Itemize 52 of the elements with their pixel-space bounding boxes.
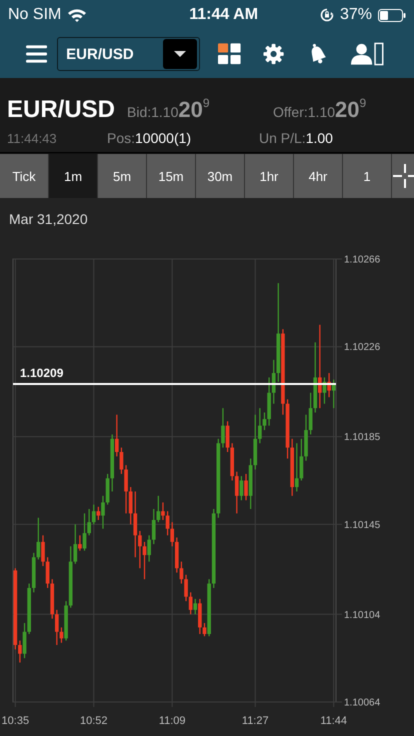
price-axis-label: 1.10185 bbox=[344, 432, 380, 444]
timeframe-tab[interactable]: Tick bbox=[0, 154, 48, 198]
price-axis-label: 1.10145 bbox=[344, 520, 380, 531]
settings-icon[interactable] bbox=[263, 43, 284, 65]
pl-value: 1.00 bbox=[306, 130, 333, 146]
symbol-title: EUR/USD bbox=[7, 96, 116, 124]
time-axis-label: 11:44 bbox=[320, 715, 348, 727]
rotation-lock-icon bbox=[320, 8, 334, 22]
caret-icon bbox=[162, 39, 197, 69]
carrier-text: No SIM bbox=[8, 6, 62, 24]
timeframe-tab[interactable]: 30m bbox=[196, 154, 244, 198]
falling-candle bbox=[327, 373, 331, 398]
bid-label: Bid: bbox=[127, 104, 152, 120]
falling-candle bbox=[78, 535, 82, 551]
quote-time: 11:44:43 bbox=[7, 131, 58, 146]
time-axis-label: 10:52 bbox=[80, 715, 108, 727]
timeframe-tab[interactable]: 4hr bbox=[294, 154, 342, 198]
time-axis-label: 11:09 bbox=[158, 715, 186, 727]
pl-label: Un P/L: bbox=[259, 130, 306, 146]
price-axis-label: 1.10064 bbox=[344, 698, 380, 708]
rising-candle bbox=[193, 598, 198, 614]
position-value: 10000(1) bbox=[135, 130, 192, 146]
price-axis-label: 1.10104 bbox=[344, 610, 380, 621]
rising-candle bbox=[322, 377, 326, 404]
price-axis-label: 1.10266 bbox=[344, 254, 380, 266]
chart-date: Mar 31,2020 bbox=[8, 210, 89, 229]
account-icon[interactable] bbox=[351, 42, 384, 66]
grid-icon[interactable] bbox=[218, 43, 242, 65]
menu-icon[interactable] bbox=[26, 45, 48, 63]
price-line-label: 1.10209 bbox=[20, 366, 64, 380]
rising-candle bbox=[332, 380, 336, 408]
price-axis-label: 1.10226 bbox=[344, 342, 380, 354]
battery-percent: 37% bbox=[340, 6, 372, 24]
wifi-icon bbox=[67, 8, 88, 22]
rising-candle bbox=[240, 476, 244, 500]
clock-text: 11:44 AM bbox=[189, 6, 258, 24]
battery-icon bbox=[378, 8, 406, 22]
offer-label: Offer: bbox=[273, 104, 308, 120]
time-axis-label: 10:35 bbox=[2, 715, 30, 727]
timeframe-tab[interactable]: 15m bbox=[147, 154, 195, 198]
time-axis-label: 11:27 bbox=[242, 715, 269, 727]
bid-price: 1.1020$^{9}$ bbox=[151, 95, 210, 124]
symbol-dropdown[interactable]: EUR/USD bbox=[57, 37, 200, 71]
timeframe-tab[interactable]: 1 bbox=[343, 154, 391, 198]
position-label: Pos: bbox=[107, 130, 136, 146]
timeframe-tab[interactable]: 5m bbox=[98, 154, 146, 198]
timeframe-tab[interactable]: 1m bbox=[49, 154, 97, 198]
timeframe-tab[interactable]: 1hr bbox=[245, 154, 293, 198]
crosshair-button[interactable] bbox=[392, 154, 414, 198]
falling-candle bbox=[244, 474, 248, 500]
falling-candle bbox=[96, 506, 100, 520]
offer-price: 1.1020$^{9}$ bbox=[308, 95, 366, 124]
